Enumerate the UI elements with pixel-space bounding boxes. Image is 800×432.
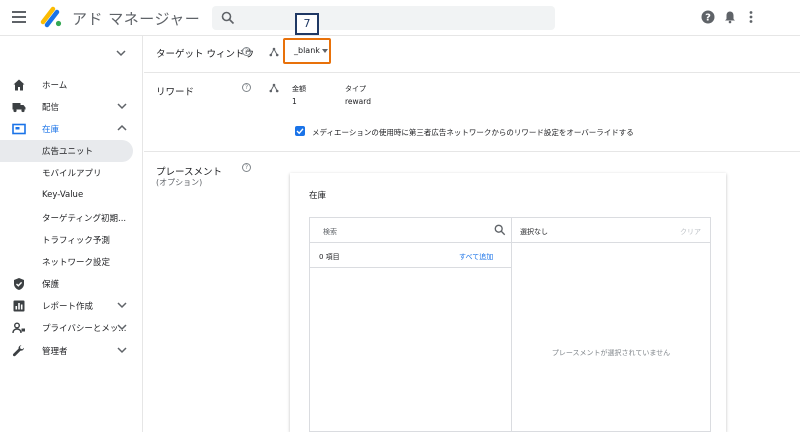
chevron-down-icon: [117, 302, 127, 309]
search-placeholder: 検索: [323, 228, 337, 236]
clear-link[interactable]: クリア: [680, 227, 701, 237]
sidebar-item-protections[interactable]: 保護: [0, 273, 143, 295]
add-all-link[interactable]: すべて追加: [459, 252, 493, 262]
reward-type-value: reward: [345, 97, 371, 106]
chevron-down-icon: [117, 103, 127, 110]
search-icon: [221, 11, 235, 25]
chevron-down-icon: [117, 347, 127, 354]
app-title: アド マネージャー: [72, 10, 201, 28]
home-icon: [13, 79, 25, 91]
sidebar-subitem-mobile-apps[interactable]: モバイルアプリ: [0, 162, 133, 184]
notifications-icon[interactable]: [723, 10, 737, 24]
reward-label: リワード: [156, 87, 195, 98]
divider: [144, 72, 800, 73]
placement-optional-label: (オプション): [156, 178, 203, 187]
sidebar-item-privacy-messaging[interactable]: プライバシーとメッ...: [0, 317, 143, 339]
target-window-label: ターゲット ウィンドウ: [156, 49, 255, 60]
reward-type-label: タイプ: [345, 85, 366, 93]
selected-panel-header: 選択なし クリア: [512, 218, 710, 243]
help-icon[interactable]: ?: [242, 47, 251, 56]
inventory-search-field[interactable]: 検索: [310, 218, 511, 243]
highlight-box: [283, 38, 331, 64]
inventory-available-panel: 検索 0 項目 すべて追加: [309, 217, 511, 432]
main-content: ターゲット ウィンドウ ? _blank リワード ? 金額 1 タイプ rew…: [144, 36, 800, 432]
sidebar-subitem-label: ネットワーク設定: [42, 258, 111, 268]
sidebar-item-admin[interactable]: 管理者: [0, 340, 143, 362]
sidebar-subitem-targeting-presets[interactable]: ターゲティング初期...: [0, 207, 133, 229]
item-count: 0 項目: [319, 253, 340, 261]
sidebar-item-inventory[interactable]: 在庫: [0, 118, 143, 140]
inventory-card-title: 在庫: [309, 191, 327, 201]
more-vert-icon[interactable]: [744, 10, 758, 24]
sidebar-item-delivery[interactable]: 配信: [0, 96, 143, 118]
sidebar-subitem-label: モバイルアプリ: [42, 169, 102, 179]
delivery-truck-icon: [12, 103, 26, 113]
help-icon[interactable]: ?: [242, 163, 251, 172]
sidebar-item-reports[interactable]: レポート作成: [0, 295, 143, 317]
placement-label: プレースメント: [156, 167, 223, 178]
override-reward-label: メディエーションの使用時に第三者広告ネットワークからのリワード設定をオーバーライ…: [312, 128, 634, 137]
svg-text:?: ?: [705, 13, 711, 24]
inventory-icon: [12, 123, 26, 135]
reward-amount-value: 1: [292, 97, 297, 106]
wrench-icon: [12, 345, 24, 357]
divider: [144, 151, 800, 152]
ad-manager-logo[interactable]: [39, 5, 63, 29]
reports-icon: [13, 300, 25, 312]
override-reward-checkbox[interactable]: [295, 126, 305, 136]
chevron-down-icon: [117, 324, 127, 331]
inventory-selected-panel: 選択なし クリア プレースメントが選択されていません: [511, 217, 711, 432]
sidebar-item-label: レポート作成: [42, 302, 94, 312]
hierarchy-icon: [269, 83, 279, 93]
sidebar-subitem-key-value[interactable]: Key-Value: [0, 185, 133, 207]
sidebar-item-label: 配信: [42, 103, 60, 113]
sidebar-subitem-label: Key-Value: [42, 190, 84, 200]
sidebar-item-label: 管理者: [42, 347, 68, 357]
sidebar-item-home[interactable]: ホーム: [0, 74, 143, 96]
sidebar-item-label: 保護: [42, 280, 60, 290]
privacy-icon: [12, 322, 25, 334]
empty-selection-message: プレースメントが選択されていません: [551, 349, 671, 357]
search-bar[interactable]: [212, 6, 555, 30]
top-app-bar: アド マネージャー ?: [0, 0, 800, 36]
sidebar-item-label: 在庫: [42, 125, 60, 135]
help-icon[interactable]: ?: [701, 10, 715, 24]
sidebar-subitem-label: ターゲティング初期...: [42, 214, 127, 224]
sidebar: ホーム 配信 在庫 広告ユニット モバイルアプリ Key-Value ターゲティ…: [0, 36, 143, 432]
sidebar-subitem-network-settings[interactable]: ネットワーク設定: [0, 251, 133, 273]
inventory-picker-card: 在庫 検索 0 項目 すべて追加 選択なし クリア プレースメントが選択されてい…: [290, 173, 726, 432]
shield-icon: [14, 278, 24, 290]
chevron-up-icon: [117, 124, 127, 131]
annotation-badge: 7: [295, 13, 319, 35]
sidebar-subitem-traffic-forecast[interactable]: トラフィック予測: [0, 229, 133, 251]
chevron-down-icon[interactable]: [116, 49, 126, 57]
sidebar-subitem-label: トラフィック予測: [42, 236, 110, 246]
sidebar-subitem-ad-units[interactable]: 広告ユニット: [0, 140, 133, 162]
selected-status: 選択なし: [520, 228, 548, 236]
check-icon: [296, 128, 304, 135]
sidebar-item-label: ホーム: [42, 81, 68, 91]
hierarchy-icon: [269, 47, 279, 57]
sidebar-item-label: プライバシーとメッ...: [42, 324, 127, 334]
menu-icon[interactable]: [12, 11, 26, 23]
inventory-count-row: 0 項目 すべて追加: [310, 243, 511, 268]
help-icon[interactable]: ?: [242, 83, 251, 92]
sidebar-subitem-label: 広告ユニット: [42, 147, 94, 157]
reward-amount-label: 金額: [292, 85, 306, 93]
search-icon[interactable]: [494, 224, 506, 236]
